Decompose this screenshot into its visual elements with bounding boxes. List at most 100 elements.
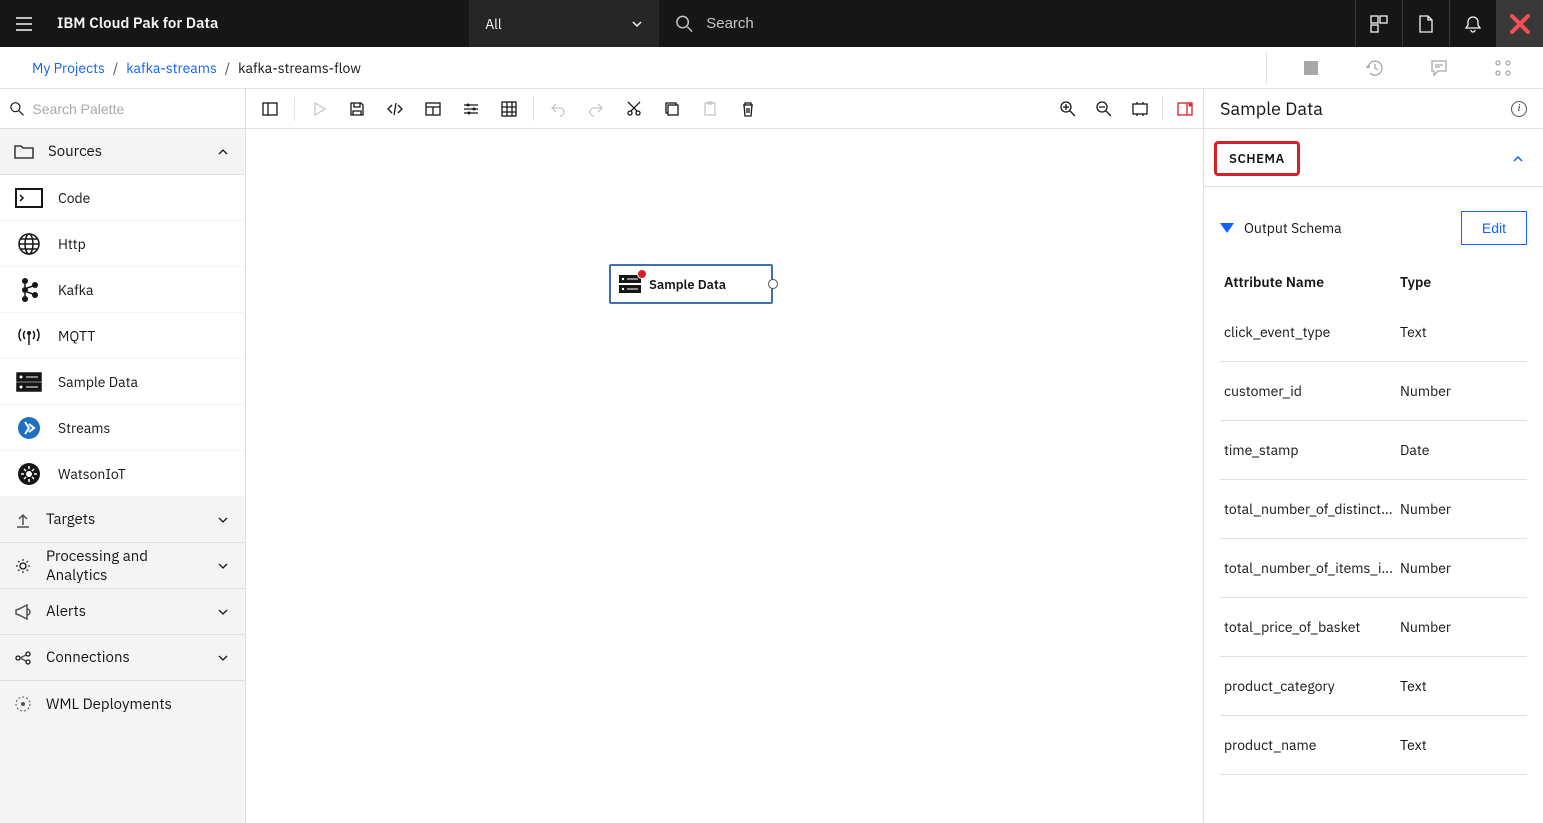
canvas-area[interactable]: Sample Data (246, 129, 1203, 823)
table-row[interactable]: time_stampDate (1220, 421, 1527, 480)
database-server-icon (14, 370, 44, 394)
section-alerts[interactable]: Alerts (0, 589, 245, 635)
gear-icon (14, 557, 32, 575)
expand-triangle-icon[interactable] (1220, 223, 1234, 233)
output-port[interactable] (768, 279, 778, 289)
paste-button[interactable] (692, 91, 728, 127)
expand-panel-button[interactable] (1167, 91, 1203, 127)
palette-item-mqtt[interactable]: MQTT (0, 313, 245, 359)
section-processing[interactable]: Processing and Analytics (0, 543, 245, 589)
code-terminal-icon (14, 186, 44, 210)
palette-item-streams[interactable]: Streams (0, 405, 245, 451)
palette-item-http[interactable]: Http (0, 221, 245, 267)
attr-name: product_category (1220, 677, 1400, 695)
copy-button[interactable] (654, 91, 690, 127)
chevron-up-icon (215, 144, 231, 160)
section-sources[interactable]: Sources (0, 129, 245, 175)
table-row[interactable]: product_categoryText (1220, 657, 1527, 716)
palette-item-kafka[interactable]: Kafka (0, 267, 245, 313)
table-row[interactable]: click_event_typeText (1220, 303, 1527, 362)
section-wml[interactable]: WML Deployments (0, 681, 245, 727)
table-row[interactable]: total_number_of_distinct...Number (1220, 480, 1527, 539)
section-targets[interactable]: Targets (0, 497, 245, 543)
code-view-button[interactable] (377, 91, 413, 127)
switcher-icon[interactable] (1355, 0, 1402, 47)
nodes-icon[interactable] (1483, 48, 1523, 88)
table-row[interactable]: product_nameText (1220, 716, 1527, 775)
watson-iot-icon (14, 462, 44, 486)
zoom-out-button[interactable] (1086, 91, 1122, 127)
database-server-icon (619, 275, 641, 293)
attr-name: time_stamp (1220, 441, 1400, 459)
attr-type: Text (1400, 323, 1480, 341)
chevron-down-icon (215, 512, 231, 528)
ml-icon (14, 695, 32, 713)
undo-button[interactable] (540, 91, 576, 127)
info-icon[interactable]: i (1511, 101, 1527, 117)
canvas-node-sample-data[interactable]: Sample Data (609, 264, 773, 304)
attr-type: Number (1400, 618, 1480, 636)
palette-item-watsoniot[interactable]: WatsonIoT (0, 451, 245, 497)
notification-bell-icon[interactable] (1449, 0, 1496, 47)
close-banner-icon[interactable] (1496, 0, 1543, 47)
column-header-type: Type (1400, 273, 1480, 291)
canvas-toolbar (246, 89, 1203, 128)
attr-name: click_event_type (1220, 323, 1400, 341)
error-indicator-icon (637, 269, 647, 279)
chevron-down-icon (215, 604, 231, 620)
document-icon[interactable] (1402, 0, 1449, 47)
main-body: Sources Code Http Kafka (0, 89, 1543, 823)
fit-screen-button[interactable] (1122, 91, 1158, 127)
palette-item-sample-data[interactable]: Sample Data (0, 359, 245, 405)
search-icon (675, 14, 694, 34)
palette-item-code[interactable]: Code (0, 175, 245, 221)
chevron-up-icon[interactable] (1511, 152, 1525, 166)
breadcrumb-project[interactable]: kafka-streams (126, 59, 217, 77)
grid-icon[interactable] (491, 91, 527, 127)
antenna-icon (14, 324, 44, 348)
streams-icon (14, 416, 44, 440)
palette-search[interactable] (0, 89, 246, 128)
table-row[interactable]: total_number_of_items_i...Number (1220, 539, 1527, 598)
folder-icon (14, 144, 34, 160)
attr-type: Number (1400, 382, 1480, 400)
attr-type: Number (1400, 500, 1480, 518)
hamburger-menu-button[interactable] (0, 0, 47, 47)
zoom-in-button[interactable] (1050, 91, 1086, 127)
stop-button[interactable] (1291, 48, 1331, 88)
play-button[interactable] (301, 91, 337, 127)
connections-icon (14, 649, 32, 667)
table-row[interactable]: customer_idNumber (1220, 362, 1527, 421)
global-search-input[interactable] (706, 15, 1318, 32)
toggle-palette-button[interactable] (252, 91, 288, 127)
attr-name: product_name (1220, 736, 1400, 754)
table-row[interactable]: total_price_of_basketNumber (1220, 598, 1527, 657)
history-icon[interactable] (1355, 48, 1395, 88)
schema-section-header[interactable]: SCHEMA (1214, 141, 1300, 176)
comment-icon[interactable] (1419, 48, 1459, 88)
breadcrumb-root[interactable]: My Projects (32, 59, 105, 77)
global-search[interactable] (659, 14, 1334, 34)
settings-sliders-icon[interactable] (453, 91, 489, 127)
palette-search-input[interactable] (32, 101, 235, 117)
layout-button[interactable] (415, 91, 451, 127)
edit-schema-button[interactable]: Edit (1461, 211, 1527, 245)
section-connections[interactable]: Connections (0, 635, 245, 681)
chevron-down-icon (215, 650, 231, 666)
save-button[interactable] (339, 91, 375, 127)
top-header: IBM Cloud Pak for Data All (0, 0, 1543, 47)
kafka-icon (14, 278, 44, 302)
toolbar-row (0, 89, 1203, 129)
cut-button[interactable] (616, 91, 652, 127)
redo-button[interactable] (578, 91, 614, 127)
output-schema-row: Output Schema Edit (1204, 187, 1543, 261)
upload-icon (14, 511, 32, 529)
attr-type: Date (1400, 441, 1480, 459)
megaphone-icon (14, 603, 32, 621)
attr-type: Number (1400, 559, 1480, 577)
search-icon (10, 101, 24, 117)
delete-button[interactable] (730, 91, 766, 127)
sub-bar-actions (1266, 48, 1523, 88)
scope-dropdown[interactable]: All (469, 0, 659, 47)
app-title: IBM Cloud Pak for Data (47, 14, 218, 33)
